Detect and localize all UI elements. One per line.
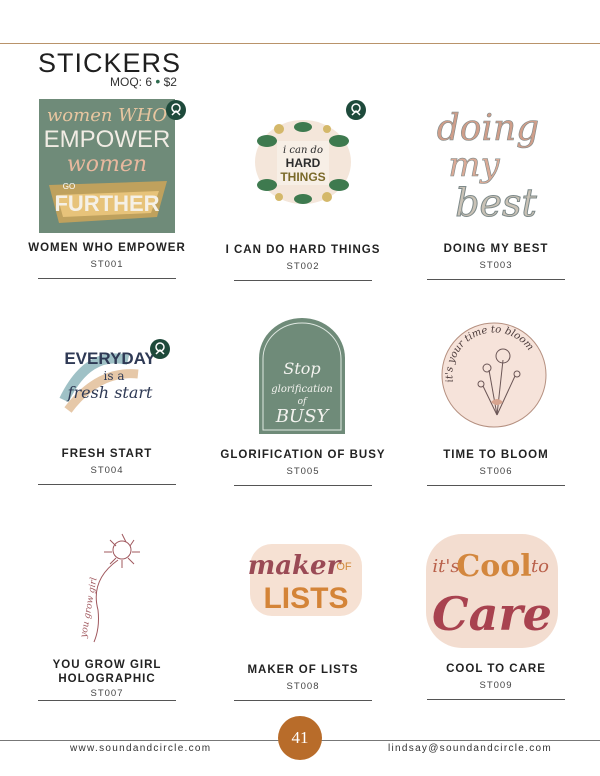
- price-text: $2: [163, 75, 177, 89]
- product-name: FRESH START: [61, 448, 153, 460]
- sticker-fresh-start: EVERYDAY is a fresh start: [59, 349, 156, 413]
- sticker-glorification-of-busy: Stop glorification of BUSY: [259, 318, 345, 434]
- sticker-time-to-bloom: it's your time to bloom: [441, 322, 547, 428]
- svg-text:fresh start: fresh start: [67, 383, 153, 402]
- svg-text:doing: doing: [437, 108, 539, 149]
- badge-icon: [346, 100, 366, 120]
- svg-text:EVERYDAY: EVERYDAY: [64, 349, 156, 368]
- sticker-maker-of-lists: maker OF LISTS: [248, 544, 362, 616]
- product-code: ST005: [286, 466, 320, 477]
- product-code: ST009: [479, 680, 513, 691]
- product-code: ST003: [479, 260, 513, 271]
- product-code: ST006: [479, 466, 513, 477]
- svg-text:THINGS: THINGS: [280, 170, 325, 184]
- sticker-you-grow-girl: you grow girl: [79, 533, 140, 643]
- svg-text:OF: OF: [336, 561, 352, 573]
- svg-text:LISTS: LISTS: [263, 582, 348, 615]
- svg-text:to: to: [531, 556, 549, 577]
- svg-text:Care: Care: [432, 587, 552, 641]
- product-name: GLORIFICATION OF BUSY: [220, 449, 386, 461]
- product-name-line-2: HOLOGRAPHIC: [58, 673, 156, 685]
- product-code: ST004: [90, 465, 124, 476]
- product-code: ST001: [90, 259, 124, 270]
- sticker-women-who-empower: women WHO EMPOWER women GO FURTHER: [39, 99, 175, 233]
- badge-icon: [166, 100, 186, 120]
- sticker-doing-my-best: doing my best: [436, 108, 539, 226]
- sticker-cool-to-care: it's Cool to Care: [426, 534, 558, 648]
- item-rule: [427, 485, 565, 486]
- page-number: 41: [278, 716, 322, 760]
- svg-text:FURTHER: FURTHER: [54, 191, 159, 216]
- svg-text:Cool: Cool: [456, 549, 531, 584]
- product-name: COOL TO CARE: [446, 663, 546, 675]
- footer-website[interactable]: www.soundandcircle.com: [70, 743, 211, 754]
- product-name: TIME TO BLOOM: [443, 449, 549, 461]
- product-code: ST002: [286, 261, 320, 272]
- svg-text:my: my: [448, 145, 500, 185]
- item-rule: [38, 484, 176, 485]
- svg-text:EMPOWER: EMPOWER: [44, 126, 171, 153]
- svg-text:i can do: i can do: [283, 145, 323, 156]
- footer-email[interactable]: lindsay@soundandcircle.com: [388, 743, 552, 754]
- bullet-text: •: [155, 73, 161, 89]
- svg-text:maker: maker: [248, 551, 343, 581]
- product-code: ST007: [90, 688, 124, 699]
- svg-text:you grow girl: you grow girl: [79, 577, 100, 640]
- header-rule: [0, 43, 600, 44]
- badge-icon: [150, 339, 170, 359]
- svg-text:BUSY: BUSY: [275, 406, 331, 427]
- product-name: WOMEN WHO EMPOWER: [28, 242, 186, 254]
- svg-text:HARD: HARD: [286, 156, 321, 170]
- svg-text:glorification: glorification: [271, 384, 333, 395]
- moq-price: MOQ: 6 • $2: [110, 73, 177, 89]
- item-rule: [427, 699, 565, 700]
- item-rule: [234, 280, 372, 281]
- item-rule: [234, 485, 372, 486]
- product-name: DOING MY BEST: [443, 243, 549, 255]
- moq-text: MOQ: 6: [110, 75, 153, 89]
- item-rule: [38, 278, 176, 279]
- product-code: ST008: [286, 681, 320, 692]
- product-name: YOU GROW GIRL: [52, 659, 162, 671]
- product-name: MAKER OF LISTS: [247, 664, 359, 676]
- svg-text:is a: is a: [104, 369, 125, 383]
- svg-text:women WHO: women WHO: [47, 105, 167, 126]
- item-rule: [427, 279, 565, 280]
- svg-text:GO: GO: [63, 182, 75, 191]
- item-rule: [234, 700, 372, 701]
- item-rule: [38, 700, 176, 701]
- svg-text:Stop: Stop: [283, 359, 320, 378]
- product-name: I CAN DO HARD THINGS: [225, 244, 381, 256]
- svg-text:women: women: [67, 152, 147, 177]
- svg-text:best: best: [455, 181, 537, 225]
- sticker-i-can-do-hard-things: i can do HARD THINGS: [255, 120, 351, 204]
